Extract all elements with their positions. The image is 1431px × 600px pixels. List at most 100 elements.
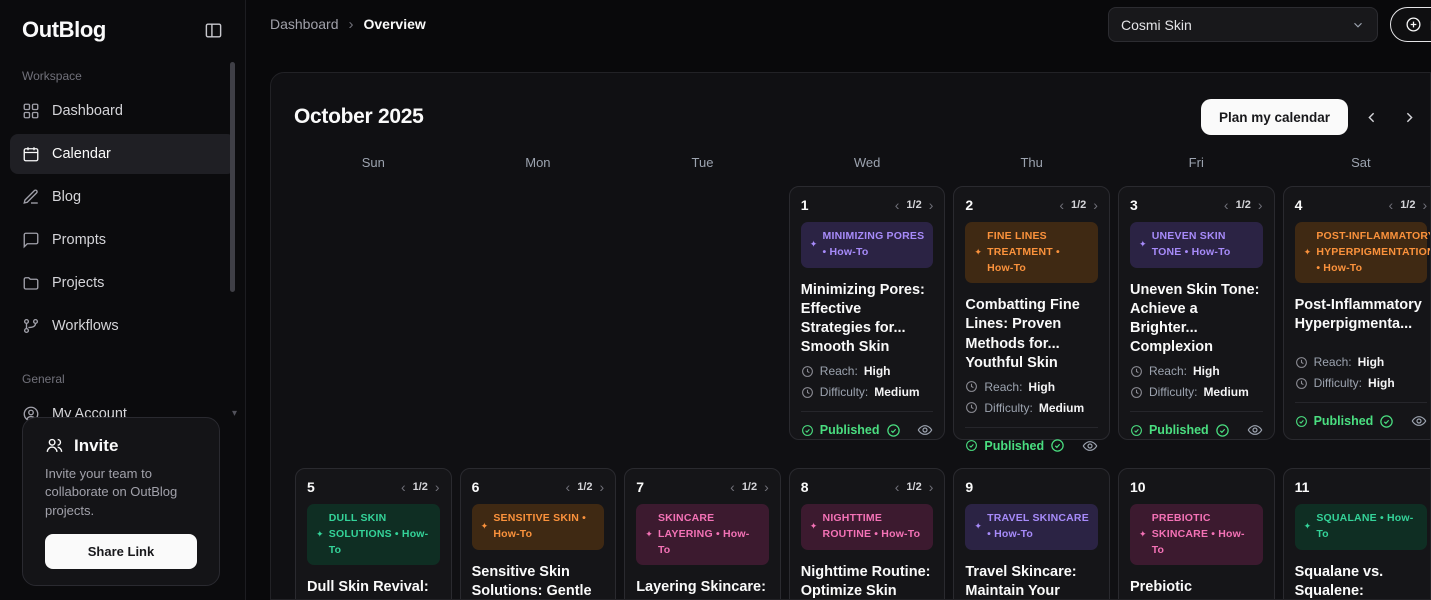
pager-next-icon[interactable]: › [929,198,934,212]
chevron-right-icon [1401,109,1418,126]
card-pager: ‹ 1/2 › [1224,198,1263,212]
pager-next-icon[interactable]: › [600,480,605,494]
pager-next-icon[interactable]: › [435,480,440,494]
calendar-day-card[interactable]: 6 ‹ 1/2 › ✦ SENSITIVE SKIN • How-To Sens… [459,468,617,599]
eye-icon[interactable] [917,422,933,438]
check-circle-icon[interactable] [1050,438,1065,453]
calendar-day-card[interactable]: 8 ‹ 1/2 › ✦ NIGHTTIME ROUTINE • How-To N… [788,468,946,599]
topic-badge[interactable]: ✦ SKINCARE LAYERING • How-To [636,504,769,566]
eye-icon[interactable] [1082,438,1098,454]
workspace-selector[interactable]: Cosmi Skin [1108,7,1378,42]
sidebar-item-projects[interactable]: Projects [10,263,235,303]
calendar-panel: October 2025 Plan my calendar Sun Mon Tu… [270,72,1431,600]
card-pager: ‹ 1/2 › [1389,198,1428,212]
pager-next-icon[interactable]: › [1422,198,1427,212]
pager-prev-icon[interactable]: ‹ [1389,198,1394,212]
sidebar-item-blog[interactable]: Blog [10,177,235,217]
eye-icon[interactable] [1411,413,1427,429]
day-number: 9 [965,479,974,495]
plan-calendar-button[interactable]: Plan my calendar [1200,99,1348,135]
calendar-day-card[interactable]: 2 ‹ 1/2 › ✦ FINE LINES TREATMENT • How-T… [953,186,1110,453]
topic-badge[interactable]: ✦ SENSITIVE SKIN • How-To [471,504,605,550]
sidebar-item-dashboard[interactable]: Dashboard [10,91,235,131]
grid-icon [22,102,40,120]
topic-badge[interactable]: ✦ TRAVEL SKINCARE • How-To [965,504,1098,550]
sidebar-collapse-button[interactable] [202,19,225,42]
topic-badge-label: DULL SKIN SOLUTIONS • How-To [328,512,429,556]
post-title: Sensitive Skin Solutions: Gentle Care fo… [471,563,592,599]
breadcrumb: Dashboard › Overview [270,0,426,48]
difficulty-label: Difficulty: [984,400,1033,415]
post-title: Uneven Skin Tone: Achieve a Brighter... … [1129,281,1260,355]
day-number: 4 [1294,197,1303,213]
pager-next-icon[interactable]: › [929,480,934,494]
share-link-button[interactable]: Share Link [45,534,197,569]
calendar-cell-empty [456,182,621,444]
calendar-day-card[interactable]: 4 ‹ 1/2 › ✦ POST-INFLAMMATORY HYPERPIGME… [1282,186,1430,440]
calendar-cell: 6 ‹ 1/2 › ✦ SENSITIVE SKIN • How-To Sens… [456,464,621,599]
status-label: Published [1313,414,1374,428]
pager-prev-icon[interactable]: ‹ [895,480,900,494]
day-number: 7 [636,479,644,495]
sparkle-icon: ✦ [809,239,818,249]
pager-prev-icon[interactable]: ‹ [1059,198,1064,212]
check-circle-icon[interactable] [1379,414,1394,429]
day-number: 10 [1129,479,1146,495]
check-badge-icon [801,424,814,437]
pager-prev-icon[interactable]: ‹ [730,480,735,494]
pager-prev-icon[interactable]: ‹ [401,480,406,494]
day-number: 11 [1294,479,1310,495]
post-title: Layering Skincare: Maximize Resul... [636,579,766,599]
sidebar-item-workflows[interactable]: Workflows [10,306,235,346]
sidebar-scrollbar-thumb[interactable] [230,62,235,292]
pager-prev-icon[interactable]: ‹ [566,480,571,494]
topic-badge[interactable]: ✦ UNEVEN SKIN TONE • How-To [1129,222,1263,268]
sidebar-item-label: Workflows [52,318,119,334]
card-pager: ‹ 1/2 › [1059,198,1098,212]
topic-badge[interactable]: ✦ FINE LINES TREATMENT • How-To [965,222,1098,284]
sidebar-item-label: Blog [52,189,82,205]
calendar-day-card[interactable]: 7 ‹ 1/2 › ✦ SKINCARE LAYERING • How-To L… [624,468,781,599]
day-number: 5 [307,479,315,495]
calendar-day-card[interactable]: 10 ✦ PREBIOTIC SKINCARE • How-To Prebiot… [1117,468,1275,599]
calendar-day-card[interactable]: 1 ‹ 1/2 › ✦ MINIMIZING PORES • How-To Mi… [788,186,946,440]
sidebar-item-calendar[interactable]: Calendar [10,134,235,174]
pager-next-icon[interactable]: › [764,480,769,494]
topic-badge[interactable]: ✦ POST-INFLAMMATORY HYPERPIGMENTATION • … [1294,222,1430,284]
card-pager: ‹ 1/2 › [895,480,934,494]
day-number: 8 [800,479,809,495]
new-post-button[interactable]: N [1390,7,1431,42]
calendar-day-card[interactable]: 5 ‹ 1/2 › ✦ DULL SKIN SOLUTIONS • How-To… [295,468,452,599]
check-badge-icon [1130,424,1143,437]
topic-badge[interactable]: ✦ SQUALANE • How-To [1294,504,1428,550]
post-title: Post-Inflammatory Hyperpigmenta... [1294,297,1422,333]
calendar-cell: 3 ‹ 1/2 › ✦ UNEVEN SKIN TONE • How-To Un… [1114,182,1279,444]
pager-next-icon[interactable]: › [1258,198,1263,212]
calendar-day-card[interactable]: 9 ✦ TRAVEL SKINCARE • How-To Travel Skin… [953,468,1110,599]
topic-badge[interactable]: ✦ MINIMIZING PORES • How-To [800,222,934,268]
scrollbar-down-arrow[interactable]: ▾ [232,408,237,419]
calendar-day-card[interactable]: 11 ✦ SQUALANE • How-To Squalane vs. Squa… [1282,468,1430,599]
prev-month-button[interactable] [1356,102,1386,132]
pager-count: 1/2 [741,481,758,493]
topic-badge[interactable]: ✦ DULL SKIN SOLUTIONS • How-To [307,504,440,566]
check-circle-icon[interactable] [886,423,901,438]
sidebar-item-label: Calendar [52,146,111,162]
breadcrumb-dashboard[interactable]: Dashboard [270,16,339,32]
status-badge: Published [801,423,901,438]
topic-badge[interactable]: ✦ NIGHTTIME ROUTINE • How-To [800,504,934,550]
pager-next-icon[interactable]: › [1093,198,1098,212]
eye-icon[interactable] [1247,422,1263,438]
check-circle-icon[interactable] [1215,423,1230,438]
difficulty-value: High [1368,376,1395,390]
topic-badge[interactable]: ✦ PREBIOTIC SKINCARE • How-To [1129,504,1263,566]
calendar-day-card[interactable]: 3 ‹ 1/2 › ✦ UNEVEN SKIN TONE • How-To Un… [1117,186,1275,440]
pager-count: 1/2 [1400,199,1416,211]
pager-count: 1/2 [1235,199,1251,211]
pager-prev-icon[interactable]: ‹ [1224,198,1229,212]
sidebar-item-prompts[interactable]: Prompts [10,220,235,260]
workflow-icon [22,317,40,335]
sparkle-icon: ✦ [809,521,818,531]
pager-prev-icon[interactable]: ‹ [895,198,900,212]
next-month-button[interactable] [1394,102,1424,132]
